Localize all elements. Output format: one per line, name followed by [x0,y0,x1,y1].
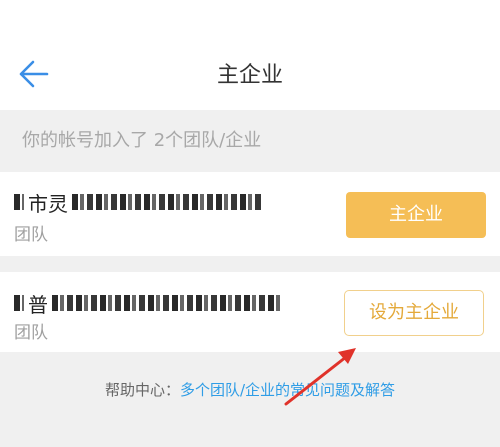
primary-org-button[interactable]: 主企业 [346,192,486,238]
header-bar: 主企业 [0,0,500,110]
org-count-text: 你的帐号加入了 2个团队/企业 [22,130,262,151]
redacted-text [52,295,282,311]
org-name: 市灵 [14,185,262,219]
org-name-visible: 市灵 [28,191,68,216]
page-title: 主企业 [216,63,283,88]
redacted-text [14,295,24,311]
org-type-label: 团队 [14,225,48,245]
redacted-text [14,194,24,210]
org-name: 普 [14,286,282,320]
help-center: 帮助中心：多个团队/企业的常见问题及解答 [0,373,500,407]
help-faq-link[interactable]: 多个团队/企业的常见问题及解答 [180,381,395,399]
redacted-text [72,194,262,210]
help-label: 帮助中心： [104,381,180,399]
org-name-visible: 普 [28,292,48,317]
set-primary-org-button[interactable]: 设为主企业 [344,290,484,336]
org-type-label: 团队 [14,323,48,343]
